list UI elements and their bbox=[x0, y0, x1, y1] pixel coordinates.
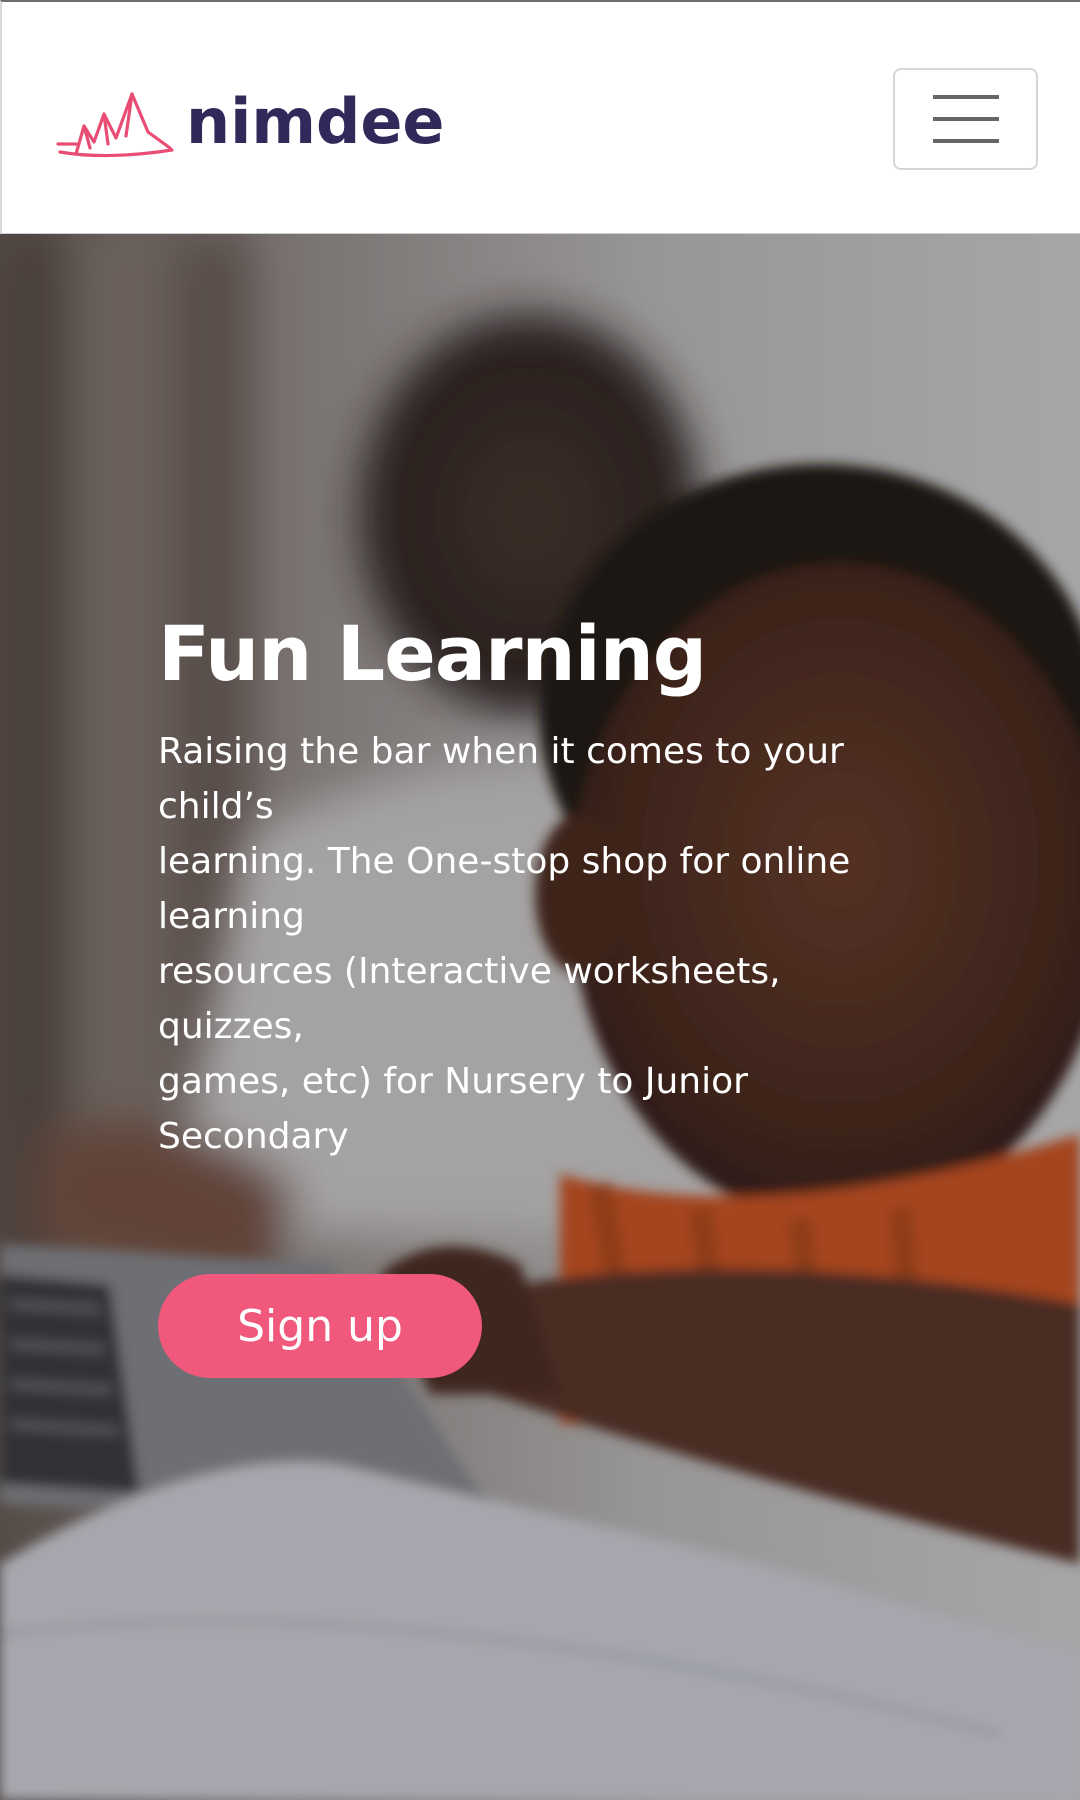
hero-section: Fun Learning Raising the bar when it com… bbox=[0, 234, 1080, 1800]
hero-description-line: Raising the bar when it comes to your bbox=[158, 730, 844, 772]
hamburger-menu-icon bbox=[932, 95, 999, 143]
hero-description-line: learning. The One-stop shop for online bbox=[158, 840, 851, 882]
hero-description-line: quizzes, bbox=[158, 1005, 304, 1047]
page: nimdee Fun Learning Raising the bar when… bbox=[0, 0, 1080, 1800]
menu-toggle-button[interactable] bbox=[893, 68, 1038, 170]
brand-logo[interactable]: nimdee bbox=[56, 86, 444, 166]
hero-description-line: learning bbox=[158, 895, 305, 937]
hero-description-line: games, etc) for Nursery to Junior bbox=[158, 1060, 748, 1102]
hero-content: Fun Learning Raising the bar when it com… bbox=[158, 612, 878, 1164]
hero-title: Fun Learning bbox=[158, 609, 707, 698]
paper-boat-logo-icon bbox=[56, 92, 174, 158]
hero-description-line: child’s bbox=[158, 785, 274, 827]
hero-description-line: Secondary bbox=[158, 1115, 349, 1157]
site-header: nimdee bbox=[0, 0, 1080, 234]
sign-up-button[interactable]: Sign up bbox=[158, 1274, 482, 1378]
hero-description: Raising the bar when it comes to your ch… bbox=[158, 724, 878, 1164]
hero-description-line: resources (Interactive worksheets, bbox=[158, 950, 781, 992]
brand-name: nimdee bbox=[186, 85, 445, 158]
